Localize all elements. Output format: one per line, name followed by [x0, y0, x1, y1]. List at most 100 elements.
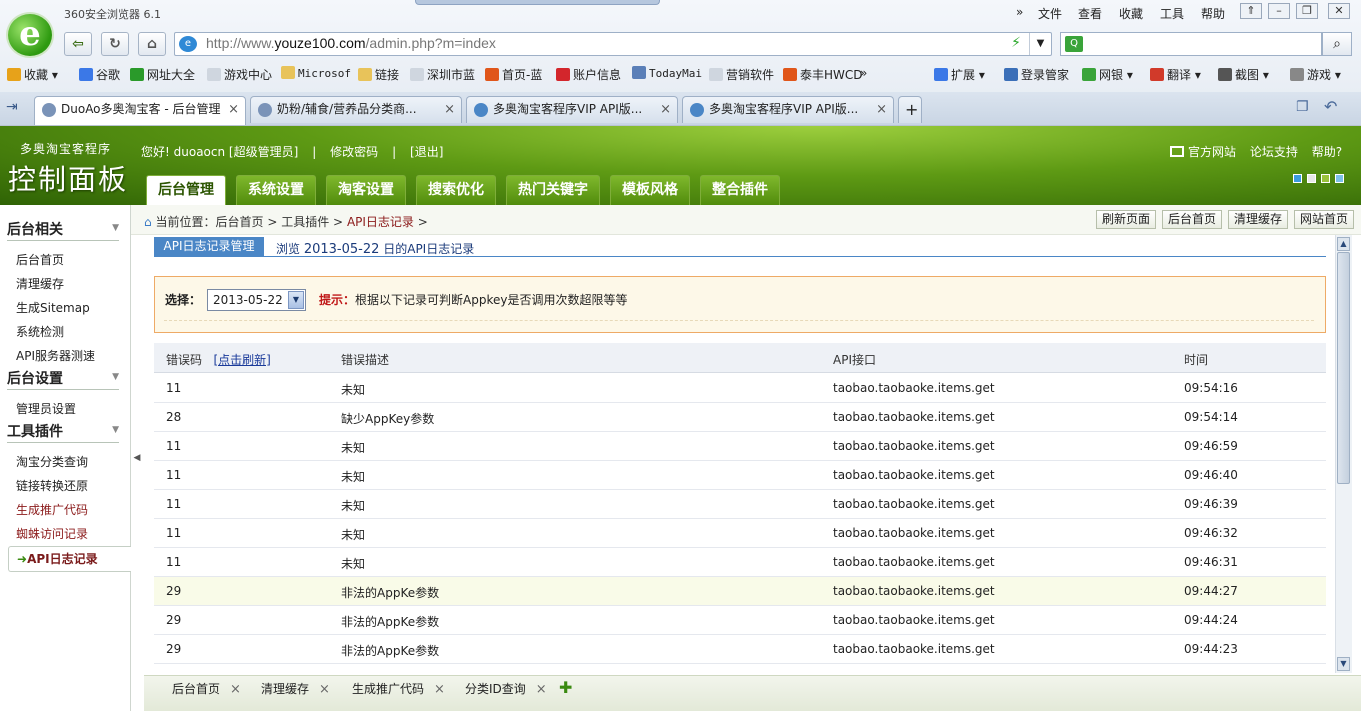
- sidebar-section-settings[interactable]: 后台设置 ▼: [7, 368, 119, 390]
- minimize-icon[interactable]: –: [1268, 3, 1290, 19]
- close-icon[interactable]: ×: [434, 682, 445, 697]
- date-select[interactable]: 2013-05-22 ▼: [207, 289, 306, 311]
- address-bar[interactable]: e http://www.youze100.com/admin.php?m=in…: [174, 32, 1052, 56]
- bookmark-google[interactable]: 谷歌: [79, 66, 120, 83]
- logout-link[interactable]: [退出]: [410, 145, 443, 159]
- admin-home-button[interactable]: 后台首页: [1162, 210, 1223, 229]
- tab-admin[interactable]: 后台管理: [146, 175, 226, 206]
- toolbar-extensions[interactable]: 扩展 ▾: [934, 66, 985, 83]
- tab-list-icon[interactable]: ❐: [1296, 99, 1309, 115]
- theme-cyan-swatch[interactable]: [1335, 174, 1344, 183]
- site-home-button[interactable]: 网站首页: [1294, 210, 1355, 229]
- toolbar-translate[interactable]: 翻译 ▾: [1150, 66, 1201, 83]
- tab-taoke-settings[interactable]: 淘客设置: [326, 175, 406, 206]
- bookmark-games[interactable]: 游戏中心: [207, 66, 272, 83]
- scroll-up-icon[interactable]: ▲: [1337, 237, 1350, 251]
- toolbar-screenshot[interactable]: 截图 ▾: [1218, 66, 1269, 83]
- tab-templates[interactable]: 模板风格: [610, 175, 690, 206]
- bookmark-todaymai[interactable]: TodayMai: [632, 66, 702, 80]
- sidebar-item-sitemap[interactable]: 生成Sitemap: [16, 299, 90, 316]
- sidebar-item-api-speed[interactable]: API服务器测速: [16, 347, 95, 364]
- tab-close-icon[interactable]: ×: [876, 97, 887, 122]
- bookmark-account[interactable]: 账户信息: [556, 66, 621, 83]
- search-engine-icon[interactable]: Q: [1065, 36, 1083, 52]
- sidebar-section-tools[interactable]: 工具插件 ▼: [7, 421, 119, 443]
- sidebar-collapse-icon[interactable]: ◀: [131, 448, 143, 468]
- sidebar-item-spider-log[interactable]: 蜘蛛访问记录: [16, 525, 88, 542]
- speed-mode-icon[interactable]: ⚡: [1011, 35, 1021, 51]
- browser-tab-vip-2[interactable]: 多奥淘宝客程序VIP API版... ×: [682, 96, 894, 123]
- forum-support-link[interactable]: 论坛支持: [1250, 145, 1298, 159]
- clear-cache-button[interactable]: 清理缓存: [1228, 210, 1289, 229]
- sidebar-toggle-icon[interactable]: ⇥: [6, 99, 18, 115]
- bottom-tab-home[interactable]: 后台首页 ×: [172, 678, 241, 700]
- address-dropdown-icon[interactable]: ▼: [1029, 33, 1051, 55]
- sidebar-item-promo-code[interactable]: 生成推广代码: [16, 501, 88, 518]
- bookmark-favorites[interactable]: 收藏 ▾: [7, 66, 58, 83]
- menu-view[interactable]: 查看: [1078, 5, 1102, 22]
- search-button[interactable]: ⌕: [1322, 32, 1352, 56]
- close-icon[interactable]: ×: [536, 682, 547, 697]
- theme-gray-swatch[interactable]: [1307, 174, 1316, 183]
- sidebar-item-home[interactable]: 后台首页: [16, 251, 64, 268]
- bookmark-sites[interactable]: 网址大全: [130, 66, 195, 83]
- tab-hot-keywords[interactable]: 热门关键字: [506, 175, 600, 206]
- chevron-down-icon[interactable]: ▼: [288, 291, 304, 309]
- title-bar-handle[interactable]: [415, 0, 660, 5]
- close-icon[interactable]: ×: [319, 682, 330, 697]
- bottom-tab-promo-code[interactable]: 生成推广代码 ×: [352, 678, 445, 700]
- add-tab-icon[interactable]: ✚: [559, 678, 572, 698]
- new-tab-button[interactable]: +: [898, 96, 922, 123]
- browser-tab-vip-1[interactable]: 多奥淘宝客程序VIP API版... ×: [466, 96, 678, 123]
- toolbar-ebank[interactable]: 网银 ▾: [1082, 66, 1133, 83]
- menu-tools[interactable]: 工具: [1160, 5, 1184, 22]
- menu-more[interactable]: »: [1016, 5, 1023, 19]
- refresh-page-button[interactable]: 刷新页面: [1096, 210, 1157, 229]
- tab-plugins[interactable]: 整合插件: [700, 175, 780, 206]
- bookmarks-more[interactable]: »: [860, 66, 867, 80]
- undo-close-icon[interactable]: ↶: [1324, 97, 1337, 116]
- back-icon[interactable]: ⇦: [64, 32, 92, 56]
- tab-close-icon[interactable]: ×: [660, 97, 671, 122]
- menu-file[interactable]: 文件: [1038, 5, 1062, 22]
- tab-close-icon[interactable]: ×: [228, 97, 239, 122]
- sidebar-item-taobao-category[interactable]: 淘宝分类查询: [16, 453, 88, 470]
- toolbar-login-manager[interactable]: 登录管家: [1004, 66, 1069, 83]
- tab-system-settings[interactable]: 系统设置: [236, 175, 316, 206]
- close-icon[interactable]: ×: [230, 682, 241, 697]
- tab-close-icon[interactable]: ×: [444, 97, 455, 122]
- skin-icon[interactable]: ⇑: [1240, 3, 1262, 19]
- restore-icon[interactable]: ❐: [1296, 3, 1318, 19]
- bookmark-marketing[interactable]: 营销软件: [709, 66, 774, 83]
- bottom-tab-clear-cache[interactable]: 清理缓存 ×: [261, 678, 330, 700]
- change-password-link[interactable]: 修改密码: [330, 145, 378, 159]
- bookmark-shenzhen[interactable]: 深圳市蓝: [410, 66, 475, 83]
- bookmark-taifeng[interactable]: 泰丰HWCD: [783, 66, 863, 83]
- breadcrumb-tools[interactable]: 工具插件: [281, 215, 329, 229]
- refresh-link[interactable]: [点击刷新]: [213, 353, 270, 367]
- address-url[interactable]: http://www.youze100.com/admin.php?m=inde…: [206, 35, 496, 51]
- subtab-api-log[interactable]: API日志记录管理: [154, 237, 264, 256]
- menu-help[interactable]: 帮助: [1201, 5, 1225, 22]
- theme-blue-swatch[interactable]: [1293, 174, 1302, 183]
- search-input[interactable]: Q: [1060, 32, 1322, 56]
- bookmark-microsoft[interactable]: Microsof: [281, 66, 351, 80]
- scroll-down-icon[interactable]: ▼: [1337, 657, 1350, 671]
- toolbar-games[interactable]: 游戏 ▾: [1290, 66, 1341, 83]
- bookmark-links[interactable]: 链接: [358, 66, 399, 83]
- sidebar-item-system-check[interactable]: 系统检测: [16, 323, 64, 340]
- sidebar-item-link-convert[interactable]: 链接转换还原: [16, 477, 88, 494]
- breadcrumb-home[interactable]: 后台首页: [215, 215, 263, 229]
- refresh-icon[interactable]: ↻: [101, 32, 129, 56]
- browser-tab-formula[interactable]: 奶粉/辅食/营养品分类商... ×: [250, 96, 462, 123]
- browser-tab-admin[interactable]: DuoAo多奥淘宝客 - 后台管理 ×: [34, 96, 246, 125]
- menu-favorites[interactable]: 收藏: [1119, 5, 1143, 22]
- bookmark-home-lan[interactable]: 首页-蓝: [485, 66, 542, 83]
- home-icon[interactable]: ⌂: [138, 32, 166, 56]
- tab-seo[interactable]: 搜索优化: [416, 175, 496, 206]
- sidebar-section-backend[interactable]: 后台相关 ▼: [7, 219, 119, 241]
- official-site-link[interactable]: 官方网站: [1188, 145, 1236, 159]
- theme-green-swatch[interactable]: [1321, 174, 1330, 183]
- help-link[interactable]: 帮助?: [1312, 145, 1342, 159]
- sidebar-item-clear-cache[interactable]: 清理缓存: [16, 275, 64, 292]
